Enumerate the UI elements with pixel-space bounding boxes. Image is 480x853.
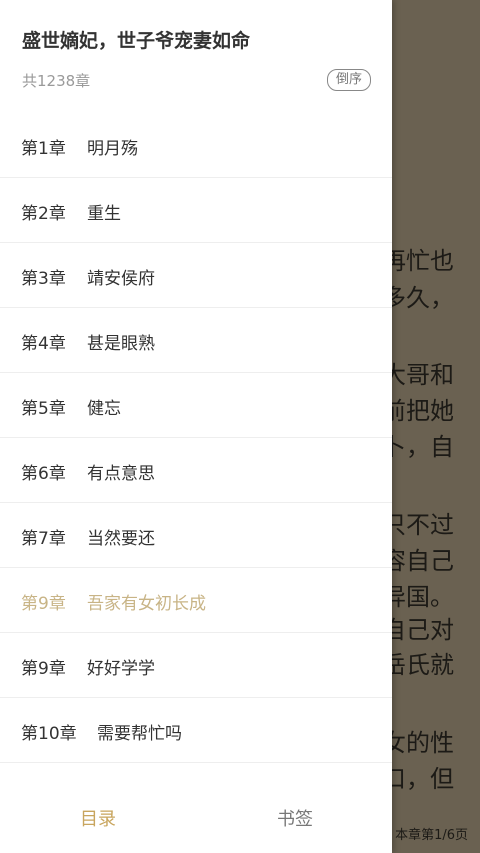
reader-text-line: 前把她 xyxy=(382,397,454,425)
reader-text-line: 女的性 xyxy=(382,729,454,757)
chapter-item[interactable]: 第1章 明月殇 xyxy=(0,113,392,178)
chapter-list[interactable]: 第1章 明月殇 第2章 重生 第3章 靖安侯府 第4章 甚是眼熟 第5章 健忘 … xyxy=(0,113,392,773)
book-title: 盛世嫡妃，世子爷宠妻如命 xyxy=(22,30,251,52)
reader-text-line: 岳氏就 xyxy=(382,651,454,679)
reader-text-line: 大哥和 xyxy=(382,361,454,389)
tab-catalog[interactable]: 目录 xyxy=(80,805,116,831)
chapter-number: 第1章 xyxy=(21,139,66,159)
reader-text-line: 卜，自 xyxy=(382,433,454,461)
tab-bookmark[interactable]: 书签 xyxy=(277,805,313,831)
reader-text-line: 只不过 xyxy=(382,511,454,539)
chapter-item[interactable]: 第2章 重生 xyxy=(0,178,392,243)
reader-text-line: 多久， xyxy=(382,284,454,312)
chapter-number: 第5章 xyxy=(21,399,66,419)
chapter-count: 共1238章 xyxy=(22,72,91,90)
chapter-name: 有点意思 xyxy=(87,464,155,484)
chapter-name: 靖安侯府 xyxy=(87,269,155,289)
chapter-item[interactable]: 第3章 靖安侯府 xyxy=(0,243,392,308)
chapter-item[interactable]: 第7章 当然要还 xyxy=(0,503,392,568)
chapter-name: 好好学学 xyxy=(87,659,155,679)
chapter-number: 第4章 xyxy=(21,334,66,354)
chapter-number: 第3章 xyxy=(21,269,66,289)
chapter-name: 甚是眼熟 xyxy=(87,334,155,354)
chapter-number: 第10章 xyxy=(21,724,77,744)
reader-text-line: 再忙也 xyxy=(382,247,454,275)
page-indicator: 本章第1/6页 xyxy=(395,828,468,843)
chapter-number: 第6章 xyxy=(21,464,66,484)
toc-drawer: 盛世嫡妃，世子爷宠妻如命 共1238章 倒序 第1章 明月殇 第2章 重生 第3… xyxy=(0,0,392,853)
chapter-name: 需要帮忙吗 xyxy=(97,724,182,744)
chapter-item[interactable]: 第9章 好好学学 xyxy=(0,633,392,698)
chapter-name: 当然要还 xyxy=(87,529,155,549)
reader-text-line: 容自己 xyxy=(382,547,454,575)
chapter-item[interactable]: 第6章 有点意思 xyxy=(0,438,392,503)
drawer-tab-bar: 目录 书签 xyxy=(0,793,392,853)
reader-text-line: 自己对 xyxy=(382,616,454,644)
sort-order-button[interactable]: 倒序 xyxy=(327,69,371,91)
chapter-number: 第7章 xyxy=(21,529,66,549)
chapter-item-current[interactable]: 第9章 吾家有女初长成 xyxy=(0,568,392,633)
chapter-item[interactable]: 第4章 甚是眼熟 xyxy=(0,308,392,373)
chapter-name: 明月殇 xyxy=(87,139,138,159)
reader-screen: 再忙也 多久， 大哥和 前把她 卜，自 只不过 容自己 异国。 自己对 岳氏就 … xyxy=(0,0,480,853)
chapter-number: 第9章 xyxy=(21,594,66,614)
chapter-item[interactable]: 第10章 需要帮忙吗 xyxy=(0,698,392,763)
chapter-name: 重生 xyxy=(87,204,121,224)
reader-text-line: 口，但 xyxy=(382,765,454,793)
chapter-number: 第2章 xyxy=(21,204,66,224)
chapter-name: 吾家有女初长成 xyxy=(87,594,206,614)
reader-text-line: 异国。 xyxy=(382,583,454,611)
chapter-item[interactable]: 第5章 健忘 xyxy=(0,373,392,438)
chapter-number: 第9章 xyxy=(21,659,66,679)
chapter-name: 健忘 xyxy=(87,399,121,419)
